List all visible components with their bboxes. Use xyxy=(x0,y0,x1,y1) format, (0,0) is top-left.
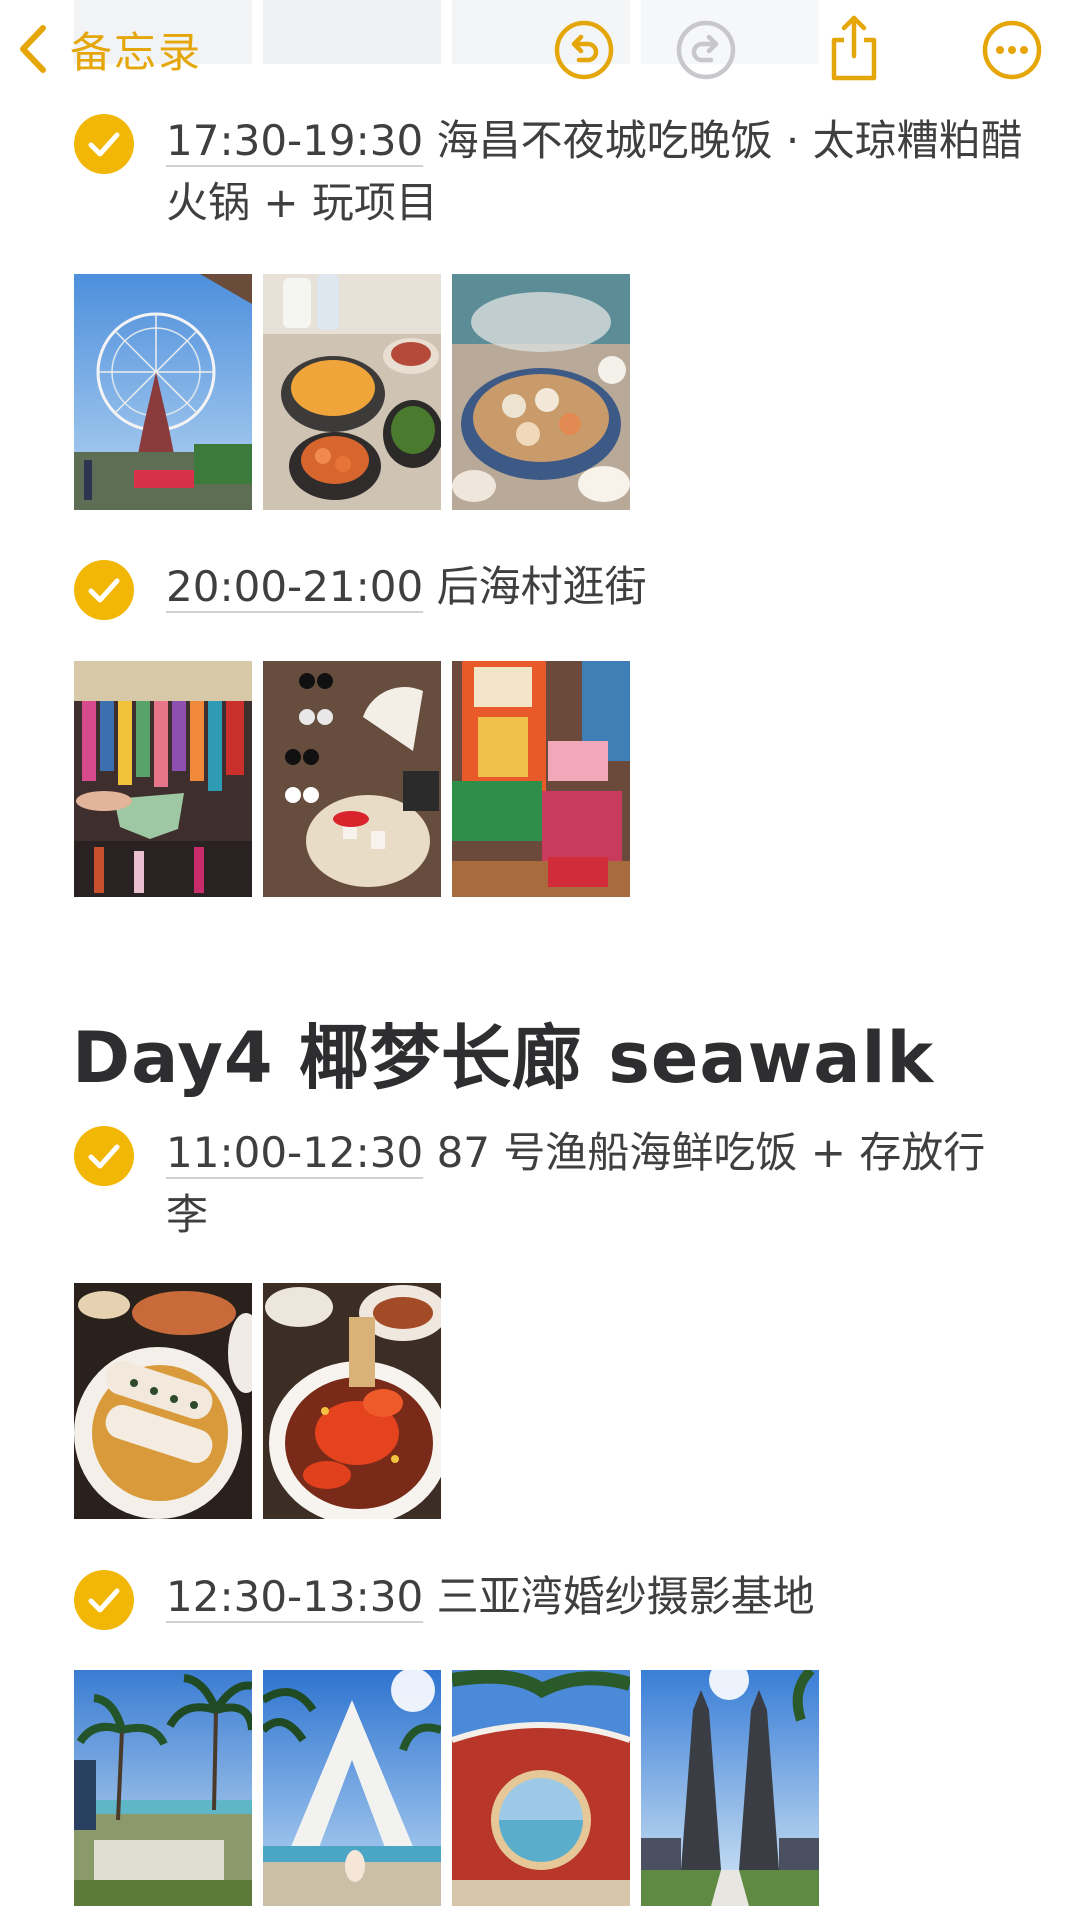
photo-row xyxy=(74,1670,819,1906)
stone-gate-photo[interactable] xyxy=(641,1670,819,1906)
item-text[interactable]: 17:30-19:30 海昌不夜城吃晚饭 · 太琼糟粕醋火锅 + 玩项目 xyxy=(166,110,1026,234)
checkmark-icon xyxy=(88,1588,120,1613)
item-text[interactable]: 20:00-21:00 后海村逛街 xyxy=(166,556,1026,618)
sunglasses-stall-photo[interactable] xyxy=(263,661,441,897)
nav-bar: 备忘录 xyxy=(0,0,1080,100)
swimwear-shop-photo[interactable] xyxy=(74,661,252,897)
item-time: 11:00-12:30 xyxy=(166,1128,424,1177)
ferris-wheel-photo[interactable] xyxy=(74,274,252,510)
item-time: 17:30-19:30 xyxy=(166,116,424,165)
item-text[interactable]: 12:30-13:30 三亚湾婚纱摄影基地 xyxy=(166,1566,1026,1628)
checkbox-checked[interactable] xyxy=(74,114,134,174)
share-icon xyxy=(831,15,877,81)
scrolled-photo-strip xyxy=(263,0,441,64)
white-arch-photo[interactable] xyxy=(263,1670,441,1906)
photo-row xyxy=(74,1283,441,1519)
photo-row xyxy=(74,274,630,510)
checkmark-icon xyxy=(88,578,120,603)
checkbox-checked[interactable] xyxy=(74,560,134,620)
item-time: 12:30-13:30 xyxy=(166,1572,424,1621)
steamed-rice-roll-photo[interactable] xyxy=(74,1283,252,1519)
photo-row xyxy=(74,661,630,897)
checkmark-icon xyxy=(88,1144,120,1169)
more-icon xyxy=(982,20,1042,80)
red-moon-gate-photo[interactable] xyxy=(452,1670,630,1906)
back-button[interactable]: 备忘录 xyxy=(18,14,202,84)
more-button[interactable] xyxy=(980,18,1044,82)
hotpot-pot-photo[interactable] xyxy=(452,274,630,510)
checkbox-checked[interactable] xyxy=(74,1126,134,1186)
chilli-crab-photo[interactable] xyxy=(263,1283,441,1519)
hotpot-table-photo[interactable] xyxy=(263,274,441,510)
section-heading: Day4 椰梦长廊 seawalk xyxy=(72,1017,935,1099)
back-label: 备忘录 xyxy=(70,27,203,77)
checkmark-icon xyxy=(88,132,120,157)
item-text[interactable]: 11:00-12:30 87 号渔船海鲜吃饭 + 存放行李 xyxy=(166,1122,1026,1246)
notes-page: 备忘录 17:30-19:30 海昌不夜城吃晚饭 · 太琼糟粕醋火锅 + 玩项目… xyxy=(0,0,1080,1920)
item-description: 后海村逛街 xyxy=(423,562,647,611)
beach-palms-photo[interactable] xyxy=(74,1670,252,1906)
checkbox-checked[interactable] xyxy=(74,1570,134,1630)
redo-button[interactable] xyxy=(674,18,738,82)
item-description: 三亚湾婚纱摄影基地 xyxy=(423,1572,815,1621)
share-button[interactable] xyxy=(822,12,886,84)
undo-button[interactable] xyxy=(552,18,616,82)
chevron-left-icon xyxy=(20,25,46,73)
redo-icon xyxy=(676,20,736,80)
souvenir-shop-photo[interactable] xyxy=(452,661,630,897)
undo-icon xyxy=(554,20,614,80)
item-time: 20:00-21:00 xyxy=(166,562,424,611)
